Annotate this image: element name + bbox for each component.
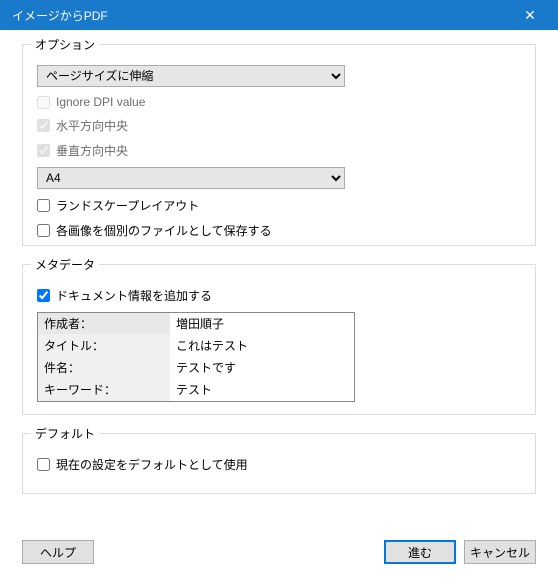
add-doc-info-label: ドキュメント情報を追加する (56, 287, 212, 304)
landscape-input[interactable] (37, 199, 50, 212)
table-row: キーワード： テスト (38, 379, 354, 401)
cancel-button[interactable]: キャンセル (464, 540, 536, 564)
page-size-select[interactable]: A4 (37, 167, 345, 189)
separate-files-label: 各画像を個別のファイルとして保存する (56, 222, 272, 239)
center-h-input (37, 119, 50, 132)
close-icon[interactable]: ✕ (510, 7, 550, 24)
use-default-label: 現在の設定をデフォルトとして使用 (56, 456, 248, 473)
defaults-group-label: デフォルト (31, 425, 99, 442)
add-doc-info-checkbox[interactable]: ドキュメント情報を追加する (37, 287, 521, 304)
add-doc-info-input[interactable] (37, 289, 50, 302)
meta-subject-value[interactable]: テストです (170, 357, 354, 379)
proceed-button[interactable]: 進む (384, 540, 456, 564)
table-row: 件名： テストです (38, 357, 354, 379)
table-row: 作成者： 増田順子 (38, 313, 354, 335)
use-default-input[interactable] (37, 458, 50, 471)
meta-subject-label: 件名： (38, 357, 170, 379)
center-v-checkbox: 垂直方向中央 (37, 142, 521, 159)
ignore-dpi-label: Ignore DPI value (56, 95, 145, 109)
window-title: イメージからPDF (12, 7, 510, 24)
meta-title-label: タイトル： (38, 335, 170, 357)
ignore-dpi-checkbox: Ignore DPI value (37, 95, 521, 109)
center-v-label: 垂直方向中央 (56, 142, 128, 159)
separate-files-input[interactable] (37, 224, 50, 237)
metadata-group-label: メタデータ (31, 256, 99, 273)
meta-title-value[interactable]: これはテスト (170, 335, 354, 357)
options-group-label: オプション (31, 36, 99, 53)
meta-author-value[interactable]: 増田順子 (170, 313, 354, 335)
center-v-input (37, 144, 50, 157)
meta-author-label: 作成者： (38, 313, 170, 335)
defaults-group: デフォルト 現在の設定をデフォルトとして使用 (22, 433, 536, 494)
options-group: オプション ページサイズに伸縮 Ignore DPI value 水平方向中央 … (22, 44, 536, 246)
titlebar: イメージからPDF ✕ (0, 0, 558, 30)
ignore-dpi-input (37, 96, 50, 109)
table-row: タイトル： これはテスト (38, 335, 354, 357)
meta-keywords-value[interactable]: テスト (170, 379, 354, 401)
separate-files-checkbox[interactable]: 各画像を個別のファイルとして保存する (37, 222, 521, 239)
dialog-footer: ヘルプ 進む キャンセル (22, 540, 536, 564)
metadata-group: メタデータ ドキュメント情報を追加する 作成者： 増田順子 タイトル： これはテ… (22, 264, 536, 415)
center-h-label: 水平方向中央 (56, 117, 128, 134)
help-button[interactable]: ヘルプ (22, 540, 94, 564)
scale-mode-select[interactable]: ページサイズに伸縮 (37, 65, 345, 87)
meta-keywords-label: キーワード： (38, 379, 170, 401)
landscape-checkbox[interactable]: ランドスケープレイアウト (37, 197, 521, 214)
metadata-table[interactable]: 作成者： 増田順子 タイトル： これはテスト 件名： テストです キーワード： … (37, 312, 355, 402)
landscape-label: ランドスケープレイアウト (56, 197, 199, 214)
dialog-content: オプション ページサイズに伸縮 Ignore DPI value 水平方向中央 … (0, 30, 558, 494)
use-default-checkbox[interactable]: 現在の設定をデフォルトとして使用 (37, 456, 521, 473)
center-h-checkbox: 水平方向中央 (37, 117, 521, 134)
